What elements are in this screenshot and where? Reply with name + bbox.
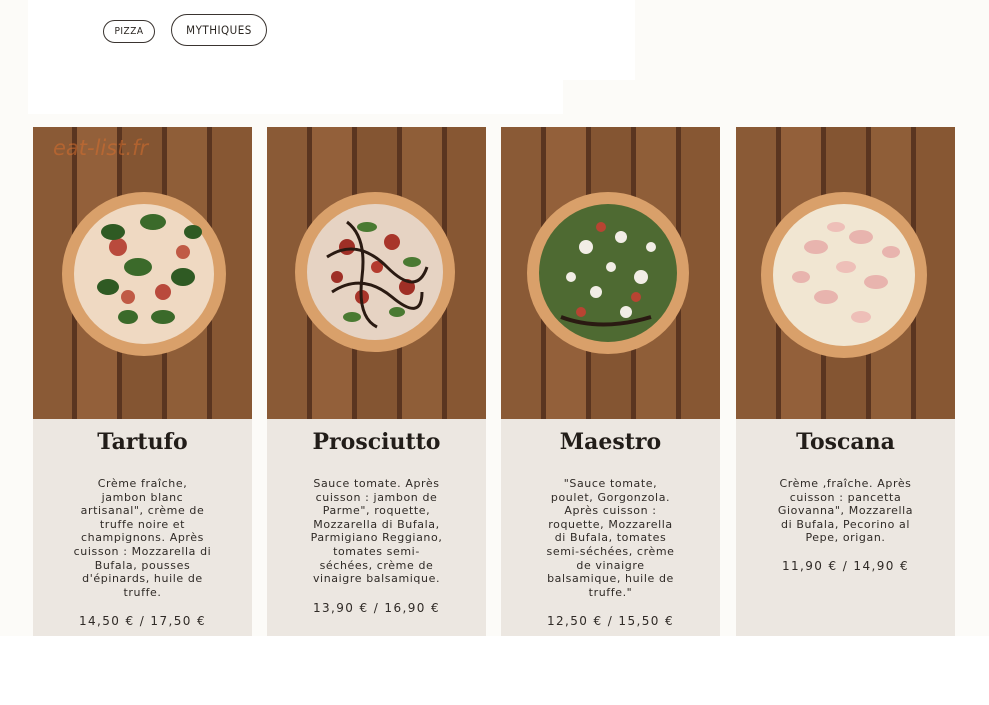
footer-band (0, 636, 989, 705)
pizza-price: 11,90 € / 14,90 € (781, 559, 910, 573)
pizza-name: Prosciutto (312, 429, 441, 455)
pizza-photo (267, 127, 486, 419)
pizza-description: Crème fraîche, jambon blanc artisanal", … (73, 477, 212, 599)
pizza-name: Tartufo (97, 429, 188, 455)
pizza-card-tartufo[interactable]: Tartufo Crème fraîche, jambon blanc arti… (33, 127, 252, 636)
pizza-name: Maestro (559, 429, 662, 455)
pizza-photo (501, 127, 720, 419)
header-band-right (563, 0, 635, 80)
pizza-info: Toscana Crème ,fraîche. Après cuisson : … (736, 419, 955, 636)
pizza-photo (33, 127, 252, 419)
tag-pizza[interactable]: PIZZA (103, 20, 155, 43)
pizza-description: Sauce tomate. Après cuisson : jambon de … (310, 477, 443, 586)
pizza-card-toscana[interactable]: Toscana Crème ,fraîche. Après cuisson : … (736, 127, 955, 636)
header-band (28, 0, 563, 114)
pizza-info: Prosciutto Sauce tomate. Après cuisson :… (267, 419, 486, 636)
pizza-name: Toscana (796, 429, 895, 455)
pizza-info: Maestro "Sauce tomate, poulet, Gorgonzol… (501, 419, 720, 636)
pizza-card-prosciutto[interactable]: Prosciutto Sauce tomate. Après cuisson :… (267, 127, 486, 636)
pizza-price: 14,50 € / 17,50 € (78, 614, 207, 628)
pizza-photo (736, 127, 955, 419)
pizza-price: 12,50 € / 15,50 € (546, 614, 675, 628)
pizza-description: Crème ,fraîche. Après cuisson : pancetta… (777, 477, 914, 545)
pizza-info: Tartufo Crème fraîche, jambon blanc arti… (33, 419, 252, 636)
pizza-price: 13,90 € / 16,90 € (312, 601, 441, 615)
tag-mythiques[interactable]: MYTHIQUES (171, 14, 267, 46)
pizza-description: "Sauce tomate, poulet, Gorgonzola. Après… (546, 477, 675, 599)
pizza-card-maestro[interactable]: Maestro "Sauce tomate, poulet, Gorgonzol… (501, 127, 720, 636)
